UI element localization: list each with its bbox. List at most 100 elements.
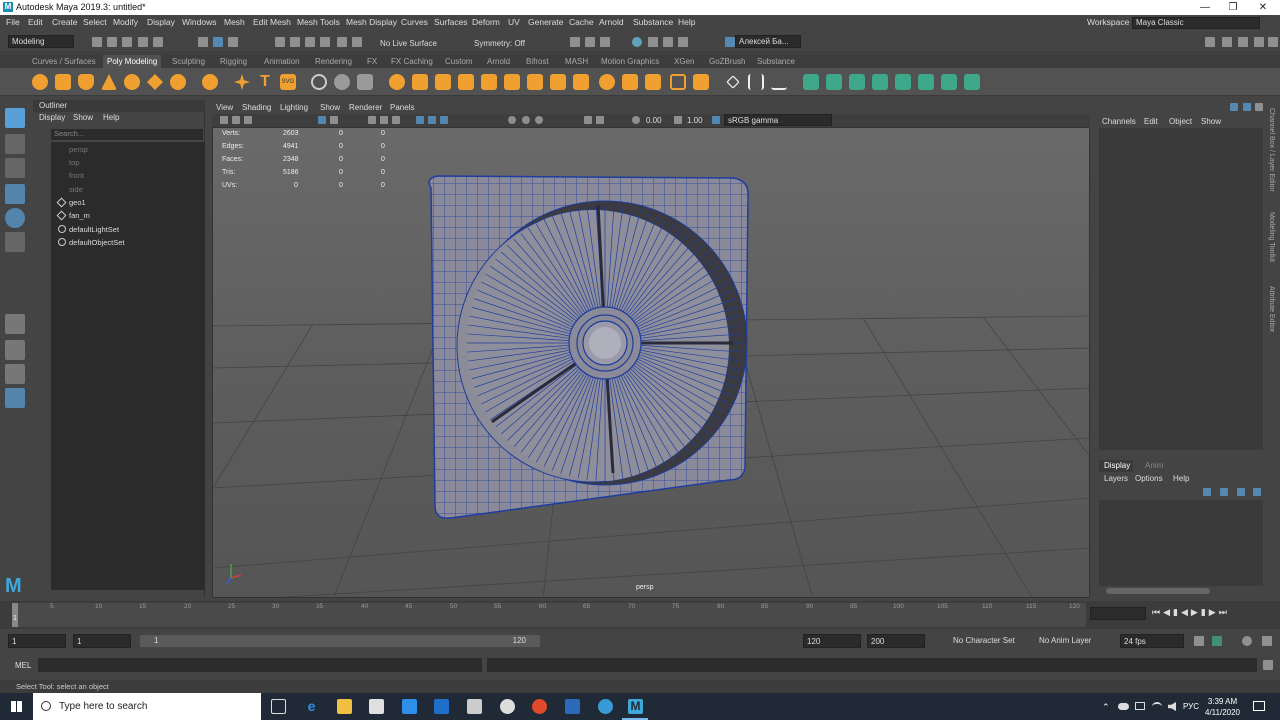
- isolate-select-icon[interactable]: [508, 116, 516, 124]
- multi-cut-icon[interactable]: [726, 75, 740, 89]
- menu-select[interactable]: Select: [83, 17, 107, 27]
- select-object-icon[interactable]: [213, 37, 223, 47]
- rotate-tool-icon[interactable]: [5, 208, 25, 228]
- play-back-icon[interactable]: ◀: [1181, 607, 1191, 617]
- move-layer-down-icon[interactable]: [1220, 488, 1228, 496]
- poly-sphere-icon[interactable]: [32, 74, 48, 90]
- shadows-icon[interactable]: [440, 116, 448, 124]
- time-slider-track[interactable]: 1 5 10 15 20 25 30 35 40 45 50 55 60 65 …: [12, 603, 1086, 627]
- poke-icon[interactable]: [645, 74, 661, 90]
- shelf-tab-fx[interactable]: FX: [367, 57, 377, 66]
- snap-grid-icon[interactable]: [275, 37, 285, 47]
- move-tool-icon[interactable]: [5, 184, 25, 204]
- select-hierarchy-icon[interactable]: [198, 37, 208, 47]
- bridge-icon[interactable]: [435, 74, 451, 90]
- play-forward-icon[interactable]: ▶: [1191, 607, 1201, 617]
- edge-icon[interactable]: e: [304, 699, 319, 714]
- merge-icon[interactable]: [527, 74, 543, 90]
- exposure-value[interactable]: 0.00: [646, 116, 662, 125]
- viewport-menu-lighting[interactable]: Lighting: [280, 103, 308, 112]
- file-explorer-icon[interactable]: [337, 699, 352, 714]
- menu-generate[interactable]: Generate: [528, 17, 563, 27]
- camera-icon[interactable]: [220, 116, 228, 124]
- select-component-icon[interactable]: [228, 37, 238, 47]
- select-tool-icon[interactable]: [5, 108, 25, 128]
- planar-map-icon[interactable]: [826, 74, 842, 90]
- menu-create[interactable]: Create: [52, 17, 78, 27]
- windows-start-icon[interactable]: [11, 701, 22, 712]
- attribute-editor-icon[interactable]: [1238, 37, 1248, 47]
- viewport-menu-renderer[interactable]: Renderer: [349, 103, 382, 112]
- sew-uv-icon[interactable]: [918, 74, 934, 90]
- menu-edit[interactable]: Edit: [28, 17, 43, 27]
- snap-surface-icon[interactable]: [337, 37, 347, 47]
- open-scene-icon[interactable]: [107, 37, 117, 47]
- exposure-icon[interactable]: [632, 116, 640, 124]
- shelf-tab-animation[interactable]: Animation: [264, 57, 300, 66]
- outliner-item-side[interactable]: side: [69, 185, 83, 194]
- bookmark-icon[interactable]: [244, 116, 252, 124]
- menu-windows[interactable]: Windows: [182, 17, 216, 27]
- outliner-menu-show[interactable]: Show: [73, 113, 93, 122]
- shelf-tab-bifrost[interactable]: Bifrost: [526, 57, 549, 66]
- network-app-icon[interactable]: [598, 699, 613, 714]
- boolean-icon[interactable]: [389, 74, 405, 90]
- target-weld-icon[interactable]: [550, 74, 566, 90]
- xray-joints-icon[interactable]: [535, 116, 543, 124]
- menu-mesh[interactable]: Mesh: [224, 17, 245, 27]
- layer-help-menu[interactable]: Help: [1173, 474, 1189, 483]
- playback-end-field[interactable]: 120: [803, 634, 861, 648]
- circularize-icon[interactable]: [622, 74, 638, 90]
- maya-taskbar-icon[interactable]: M: [628, 699, 643, 714]
- shelf-tab-substance[interactable]: Substance: [757, 57, 795, 66]
- layer-options-menu[interactable]: Options: [1135, 474, 1163, 483]
- view-transform-select[interactable]: sRGB gamma: [724, 114, 832, 126]
- modeling-toolkit-icon[interactable]: [1205, 37, 1215, 47]
- two-view-layout-icon[interactable]: [5, 364, 25, 384]
- channels-menu[interactable]: Channels: [1102, 117, 1136, 126]
- layers-menu[interactable]: Layers: [1104, 474, 1128, 483]
- new-layer-selected-icon[interactable]: [1253, 488, 1261, 496]
- type-tool-icon[interactable]: T: [257, 74, 273, 90]
- platonic-solid-icon[interactable]: [202, 74, 218, 90]
- snap-point-icon[interactable]: [305, 37, 315, 47]
- resolution-gate-icon[interactable]: [584, 116, 592, 124]
- film-gate-icon[interactable]: [330, 116, 338, 124]
- outliner-item-top[interactable]: top: [69, 158, 79, 167]
- outliner-item-geo1[interactable]: geo1: [69, 198, 86, 207]
- textured-icon[interactable]: [416, 116, 424, 124]
- battery-icon[interactable]: [1135, 702, 1145, 710]
- cloud-icon[interactable]: [1118, 703, 1129, 710]
- redo-icon[interactable]: [153, 37, 163, 47]
- wireframe-icon[interactable]: [368, 116, 376, 124]
- menu-cache[interactable]: Cache: [569, 17, 594, 27]
- menu-curves[interactable]: Curves: [401, 17, 428, 27]
- side-tab-attribute-editor[interactable]: Attribute Editor: [1268, 286, 1275, 332]
- outliner-search-input[interactable]: Search...: [51, 129, 203, 140]
- shelf-tab-custom[interactable]: Custom: [445, 57, 473, 66]
- gate-mask-icon[interactable]: [596, 116, 604, 124]
- shelf-tab-curves-surfaces[interactable]: Curves / Surfaces: [32, 57, 96, 66]
- menu-uv[interactable]: UV: [508, 17, 520, 27]
- poly-torus-icon[interactable]: [124, 74, 140, 90]
- render-frame-icon[interactable]: [570, 37, 580, 47]
- menu-substance[interactable]: Substance: [633, 17, 673, 27]
- fill-hole-icon[interactable]: [504, 74, 520, 90]
- menu-file[interactable]: File: [6, 17, 20, 27]
- store-icon[interactable]: [369, 699, 384, 714]
- current-frame-field[interactable]: [1090, 607, 1146, 620]
- pin-icon[interactable]: [1230, 103, 1238, 111]
- shelf-tab-poly-modeling[interactable]: Poly Modeling: [103, 55, 162, 68]
- outliner-item-persp[interactable]: persp: [69, 145, 88, 154]
- shelf-tab-rigging[interactable]: Rigging: [220, 57, 247, 66]
- viewport-menu-shading[interactable]: Shading: [242, 103, 271, 112]
- outliner-layout-icon[interactable]: [5, 388, 25, 408]
- snap-curve-icon[interactable]: [290, 37, 300, 47]
- channels-object-menu[interactable]: Object: [1169, 117, 1192, 126]
- super-shape-icon[interactable]: [234, 74, 250, 90]
- go-to-end-icon[interactable]: ⏭: [1219, 607, 1230, 617]
- go-to-start-icon[interactable]: ⏮: [1152, 607, 1163, 617]
- outliner-item-front[interactable]: front: [69, 171, 84, 180]
- viewport-menu-view[interactable]: View: [216, 103, 233, 112]
- camera-attrs-icon[interactable]: [232, 116, 240, 124]
